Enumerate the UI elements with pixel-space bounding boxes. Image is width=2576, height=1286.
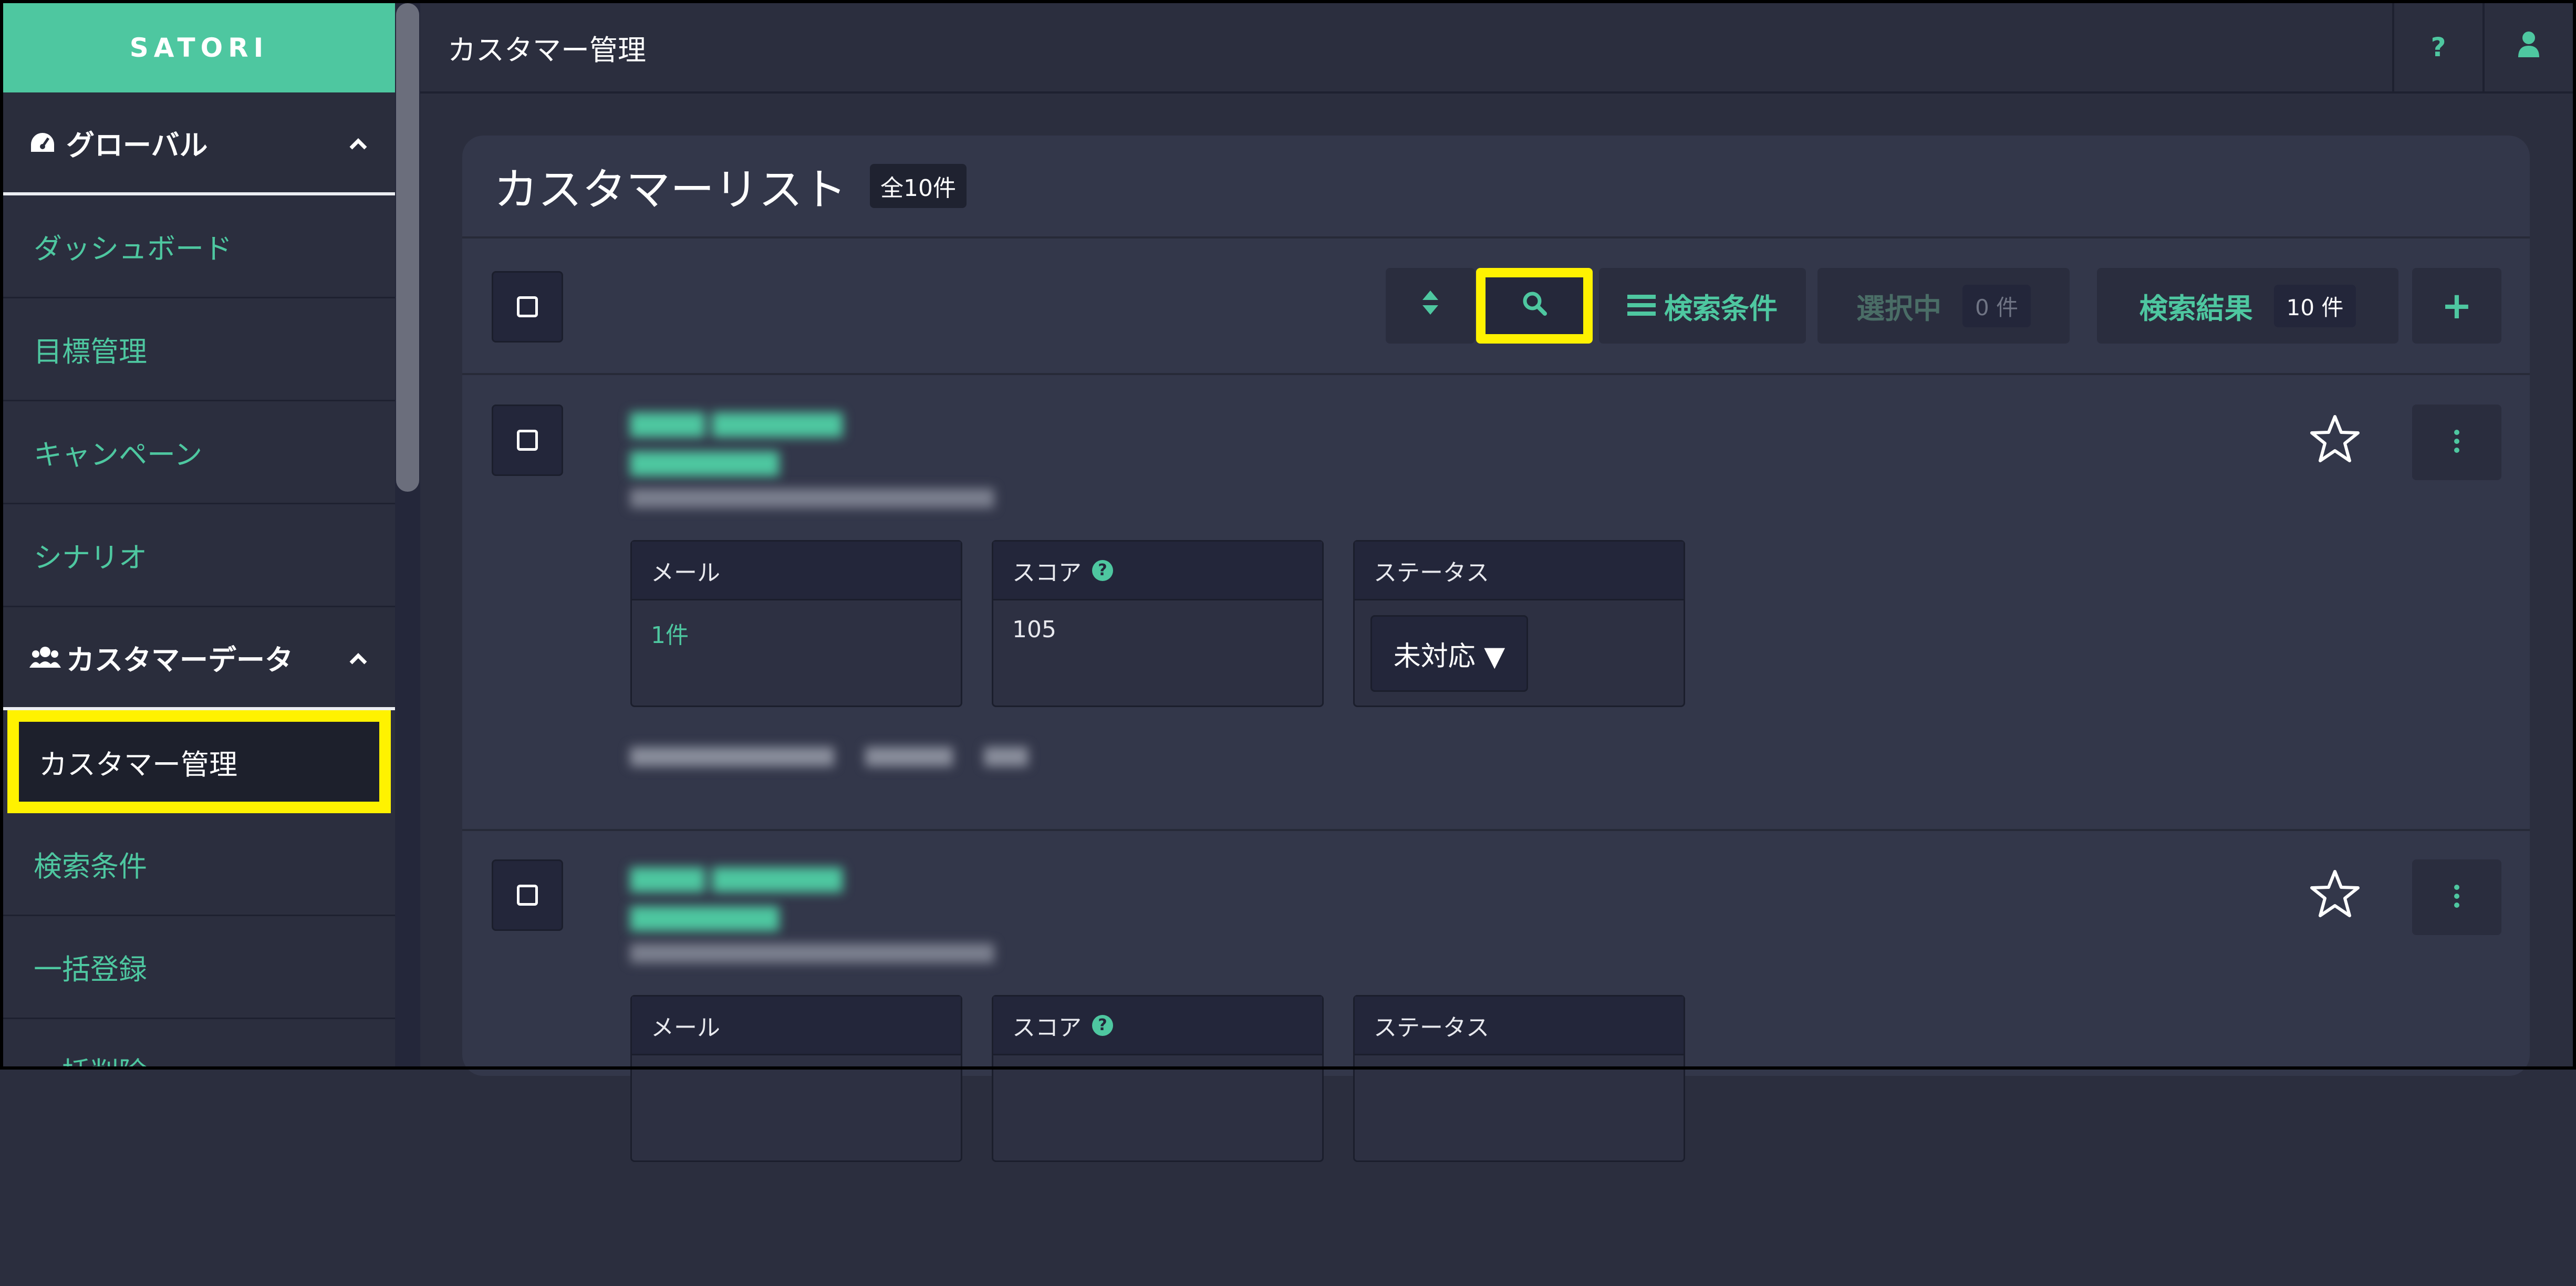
panel-title: カスタマーリスト [494, 163, 847, 215]
redacted-name-line: ▇▇▇▇ ▇▇▇▇▇▇▇ [630, 864, 843, 892]
search-conditions-label: 検索条件 [1664, 292, 1778, 325]
help-question-icon[interactable]: ? [1092, 1014, 1113, 1036]
status-field-header: ステータス [1355, 997, 1684, 1055]
user-icon [2517, 31, 2540, 64]
kebab-menu-icon [2453, 884, 2460, 910]
chevron-up-icon [348, 129, 369, 156]
status-field: ステータス 未対応 ▼ [1353, 540, 1685, 707]
user-menu-button[interactable] [2482, 2, 2573, 92]
selected-items-button[interactable]: 選択中 0 件 [1817, 268, 2070, 344]
record-name-redacted[interactable]: ▇▇▇▇ ▇▇▇▇▇▇▇ ▇▇▇▇▇▇▇▇ ▇▇▇▇▇▇▇▇▇▇▇▇▇▇▇▇▇▇… [630, 409, 994, 508]
sidebar-item-bulk-delete[interactable]: 一括削除 [3, 1019, 395, 1070]
score-field: スコア ? 105 [992, 540, 1324, 707]
sidebar-item-campaign[interactable]: キャンペーン [3, 401, 395, 504]
sort-icon [1421, 289, 1439, 323]
customer-list-panel: カスタマーリスト 全10件 検索条件 選択中 0 件 検索結果 10 件 + ▇… [462, 136, 2530, 1162]
checkbox-square-icon [517, 430, 538, 451]
checkbox-square-icon [517, 296, 538, 317]
mail-count-link[interactable]: 1件 [632, 600, 961, 666]
sidebar-item-goals[interactable]: 目標管理 [3, 298, 395, 401]
record-menu-button[interactable] [2412, 405, 2501, 480]
page-title: カスタマー管理 [448, 33, 646, 67]
mail-field-header: メール [632, 542, 961, 600]
score-value: 105 [1012, 616, 1056, 643]
mail-field-header: メール [632, 997, 961, 1055]
record-name-redacted[interactable]: ▇▇▇▇ ▇▇▇▇▇▇▇ ▇▇▇▇▇▇▇▇ ▇▇▇▇▇▇▇▇▇▇▇▇▇▇▇▇▇▇… [630, 864, 994, 963]
sidebar-group-label: カスタマーデータ [66, 643, 293, 677]
search-button[interactable] [1476, 268, 1593, 344]
search-icon [1522, 289, 1547, 323]
kebab-menu-icon [2453, 429, 2460, 455]
status-dropdown[interactable]: 未対応 ▼ [1370, 615, 1528, 692]
dashboard-gauge-icon [29, 131, 66, 154]
sort-button[interactable] [1386, 268, 1475, 344]
list-icon [1627, 289, 1656, 323]
total-count-badge: 全10件 [870, 164, 967, 208]
redacted-detail-line: ▇▇▇▇▇▇▇▇▇▇▇▇▇▇▇▇▇▇▇▇▇▇▇▇▇ [630, 941, 994, 963]
app-window: SATORI グローバル ダッシュボード 目標管理 キャンペーン シナリオ カス… [0, 0, 2576, 1162]
sidebar-item-dashboard[interactable]: ダッシュボード [3, 195, 395, 298]
search-results-label: 検索結果 [2139, 292, 2253, 325]
brand-logo[interactable]: SATORI [3, 3, 395, 92]
record-checkbox[interactable] [492, 405, 563, 476]
record-tags-redacted: ▇▇▇▇▇▇▇▇▇▇▇▇▇▇ ▇▇▇▇▇▇ ▇▇▇ [630, 745, 1028, 766]
plus-icon: + [2441, 284, 2473, 327]
score-header-label: スコア [1012, 559, 1082, 586]
redacted-tag: ▇▇▇ [984, 745, 1028, 766]
add-customer-button[interactable]: + [2412, 268, 2501, 344]
sidebar-item-scenario[interactable]: シナリオ [3, 504, 395, 607]
sidebar-item-customer-management[interactable]: カスタマー管理 [7, 710, 391, 813]
customer-record: ▇▇▇▇ ▇▇▇▇▇▇▇ ▇▇▇▇▇▇▇▇ ▇▇▇▇▇▇▇▇▇▇▇▇▇▇▇▇▇▇… [462, 377, 2530, 831]
customer-record: ▇▇▇▇ ▇▇▇▇▇▇▇ ▇▇▇▇▇▇▇▇ ▇▇▇▇▇▇▇▇▇▇▇▇▇▇▇▇▇▇… [462, 832, 2530, 1286]
sidebar-item-search-conditions[interactable]: 検索条件 [3, 813, 395, 916]
sidebar-item-bulk-register[interactable]: 一括登録 [3, 916, 395, 1019]
select-all-checkbox[interactable] [492, 271, 563, 343]
score-field-header: スコア ? [993, 997, 1322, 1055]
favorite-star-icon[interactable] [2301, 859, 2369, 928]
redacted-tag: ▇▇▇▇▇▇▇▇▇▇▇▇▇▇ [630, 745, 834, 766]
help-question-icon[interactable]: ? [1092, 559, 1113, 581]
help-button[interactable]: ? [2392, 2, 2482, 92]
selected-count: 0 件 [1962, 284, 2031, 327]
help-icon: ? [2430, 32, 2446, 63]
sidebar-group-customer-data[interactable]: カスタマーデータ [3, 607, 395, 710]
score-field: スコア ? [992, 995, 1324, 1162]
sidebar-scrollbar-thumb[interactable] [396, 3, 419, 492]
sidebar: SATORI グローバル ダッシュボード 目標管理 キャンペーン シナリオ カス… [3, 3, 395, 1070]
score-header-label: スコア [1012, 1014, 1082, 1041]
chevron-up-icon [348, 644, 369, 671]
redacted-detail-line: ▇▇▇▇▇▇▇▇▇▇▇▇▇▇▇▇▇▇▇▇▇▇▇▇▇ [630, 486, 994, 508]
status-field: ステータス [1353, 995, 1685, 1162]
sidebar-group-label: グローバル [66, 128, 208, 162]
search-results-count: 10 件 [2273, 284, 2356, 327]
checkbox-square-icon [517, 885, 538, 906]
top-bar: カスタマー管理 ? [420, 2, 2573, 94]
record-menu-button[interactable] [2412, 859, 2501, 935]
mail-field: メール 1件 [630, 540, 962, 707]
record-checkbox[interactable] [492, 859, 563, 931]
panel-header: カスタマーリスト 全10件 [462, 136, 2530, 238]
redacted-tag: ▇▇▇▇▇▇ [865, 745, 953, 766]
selected-label: 選択中 [1856, 292, 1941, 325]
users-icon [29, 646, 66, 669]
score-field-header: スコア ? [993, 542, 1322, 600]
sidebar-group-global[interactable]: グローバル [3, 92, 395, 195]
list-toolbar: 検索条件 選択中 0 件 検索結果 10 件 + [462, 241, 2530, 375]
status-field-header: ステータス [1355, 542, 1684, 600]
mail-field: メール [630, 995, 962, 1162]
redacted-company-line: ▇▇▇▇▇▇▇▇ [630, 903, 780, 931]
search-conditions-button[interactable]: 検索条件 [1599, 268, 1806, 344]
redacted-name-line: ▇▇▇▇ ▇▇▇▇▇▇▇ [630, 409, 843, 437]
favorite-star-icon[interactable] [2301, 405, 2369, 473]
search-results-button[interactable]: 検索結果 10 件 [2097, 268, 2398, 344]
redacted-company-line: ▇▇▇▇▇▇▇▇ [630, 448, 780, 476]
